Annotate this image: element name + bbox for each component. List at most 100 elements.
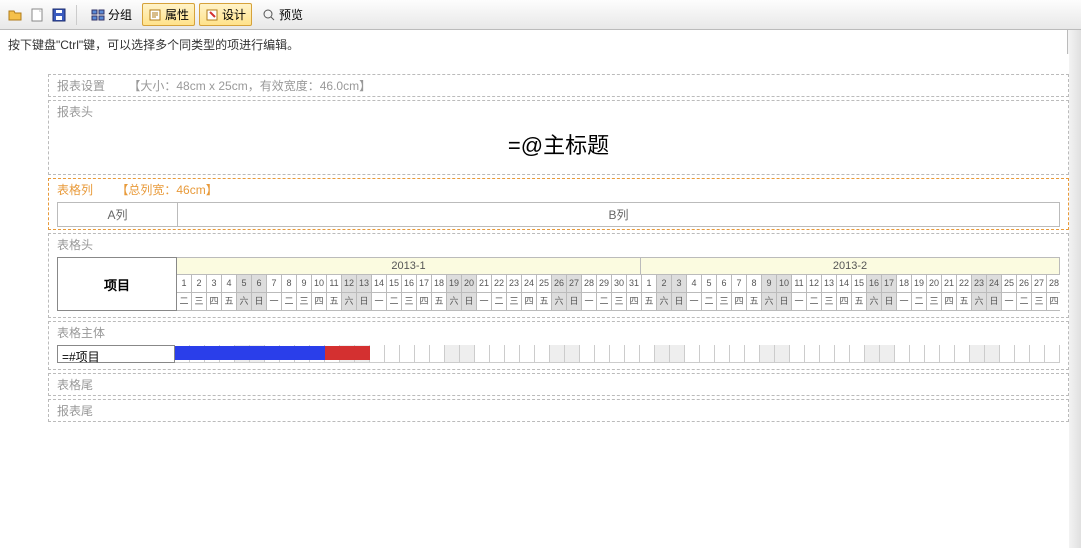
day-cell: 7: [267, 275, 282, 293]
body-cell: [655, 345, 670, 363]
body-cell: [745, 345, 760, 363]
month-row: 2013-12013-2: [177, 257, 1060, 275]
gantt-segment-blue: [175, 346, 325, 360]
weekday-cell: 三: [822, 293, 837, 311]
section-table-body[interactable]: 表格主体 =#项目: [48, 321, 1069, 370]
day-cell: 8: [282, 275, 297, 293]
weekday-cell: 五: [747, 293, 762, 311]
day-cell: 11: [792, 275, 807, 293]
day-cell: 12: [807, 275, 822, 293]
weekday-cell: 三: [402, 293, 417, 311]
body-cell: [415, 345, 430, 363]
gantt-area[interactable]: [175, 345, 1060, 363]
body-cell: [715, 345, 730, 363]
attributes-button[interactable]: 属性: [142, 3, 195, 26]
weekday-cell: 四: [1047, 293, 1060, 311]
weekday-cell: 二: [1017, 293, 1032, 311]
design-button[interactable]: 设计: [199, 3, 252, 26]
day-cell: 10: [312, 275, 327, 293]
body-cell: [580, 345, 595, 363]
day-cell: 21: [477, 275, 492, 293]
weekday-cell: 日: [882, 293, 897, 311]
section-report-footer[interactable]: 报表尾: [48, 399, 1069, 422]
body-cell: [760, 345, 775, 363]
body-cell: [370, 345, 385, 363]
weekday-cell: 一: [477, 293, 492, 311]
weekday-cell: 四: [522, 293, 537, 311]
weekday-cell: 六: [972, 293, 987, 311]
weekday-cell: 三: [192, 293, 207, 311]
header-grid: 项目 2013-12013-2 123456789101112131415161…: [57, 257, 1060, 311]
weekday-cell: 日: [987, 293, 1002, 311]
day-cell: 14: [837, 275, 852, 293]
weekday-cell: 三: [612, 293, 627, 311]
weekday-cell: 四: [627, 293, 642, 311]
body-cell: [520, 345, 535, 363]
weekday-cell: 三: [717, 293, 732, 311]
day-cell: 6: [252, 275, 267, 293]
section-table-footer[interactable]: 表格尾: [48, 373, 1069, 396]
day-cell: 18: [432, 275, 447, 293]
weekday-cell: 五: [957, 293, 972, 311]
day-cell: 29: [597, 275, 612, 293]
body-label: 表格主体: [57, 324, 105, 341]
main-title-field[interactable]: =@主标题: [57, 120, 1060, 168]
section-report-header[interactable]: 报表头 =@主标题: [48, 100, 1069, 175]
body-cell: [955, 345, 970, 363]
body-cell: [910, 345, 925, 363]
cols-label: 表格列: [57, 181, 93, 198]
design-canvas[interactable]: 报表设置 【大小：48cm x 25cm，有效宽度：46.0cm】 报表头 =@…: [0, 54, 1069, 548]
weekday-cell: 日: [252, 293, 267, 311]
weekday-cell: 二: [597, 293, 612, 311]
column-a[interactable]: A列: [58, 203, 178, 226]
weekday-cell: 二: [177, 293, 192, 311]
project-header-cell[interactable]: 项目: [57, 257, 177, 311]
save-icon[interactable]: [50, 6, 68, 24]
body-cell: [385, 345, 400, 363]
day-cell: 16: [402, 275, 417, 293]
day-cell: 4: [687, 275, 702, 293]
body-cell: [670, 345, 685, 363]
day-cell: 25: [1002, 275, 1017, 293]
column-b[interactable]: B列: [178, 203, 1059, 226]
weekday-cell: 一: [267, 293, 282, 311]
vertical-scrollbar[interactable]: [1067, 30, 1081, 548]
project-field-cell[interactable]: =#项目: [57, 345, 175, 363]
body-cell: [535, 345, 550, 363]
day-cell: 7: [732, 275, 747, 293]
cols-extra: 【总列宽：46cm】: [116, 183, 217, 197]
section-table-columns[interactable]: 表格列 【总列宽：46cm】 A列 B列: [48, 178, 1069, 230]
open-icon[interactable]: [6, 6, 24, 24]
settings-extra: 【大小：48cm x 25cm，有效宽度：46.0cm】: [128, 79, 371, 93]
day-cell: 31: [627, 275, 642, 293]
body-cell: [730, 345, 745, 363]
body-cell: [640, 345, 655, 363]
day-cell: 3: [672, 275, 687, 293]
body-cell: [850, 345, 865, 363]
weekday-cell: 四: [417, 293, 432, 311]
preview-button[interactable]: 预览: [256, 3, 309, 26]
weekday-cell: 一: [372, 293, 387, 311]
section-table-header[interactable]: 表格头 项目 2013-12013-2 12345678910111213141…: [48, 233, 1069, 318]
day-cell: 27: [1032, 275, 1047, 293]
weekday-cell: 二: [387, 293, 402, 311]
weekday-cell: 四: [312, 293, 327, 311]
day-cell: 23: [972, 275, 987, 293]
gantt-bar[interactable]: [175, 346, 370, 360]
new-icon[interactable]: [28, 6, 46, 24]
day-cell: 1: [642, 275, 657, 293]
toolbar: 分组 属性 设计 预览: [0, 0, 1081, 30]
day-cell: 13: [822, 275, 837, 293]
day-cell: 3: [207, 275, 222, 293]
body-cell: [835, 345, 850, 363]
day-cell: 26: [1017, 275, 1032, 293]
weekday-cell: 六: [657, 293, 672, 311]
section-report-settings[interactable]: 报表设置 【大小：48cm x 25cm，有效宽度：46.0cm】: [48, 74, 1069, 97]
rfoot-label: 报表尾: [57, 402, 93, 419]
weekday-cell: 三: [507, 293, 522, 311]
day-cell: 27: [567, 275, 582, 293]
group-button[interactable]: 分组: [85, 3, 138, 26]
weekday-cell: 日: [672, 293, 687, 311]
weekday-cell: 日: [777, 293, 792, 311]
body-cell: [505, 345, 520, 363]
